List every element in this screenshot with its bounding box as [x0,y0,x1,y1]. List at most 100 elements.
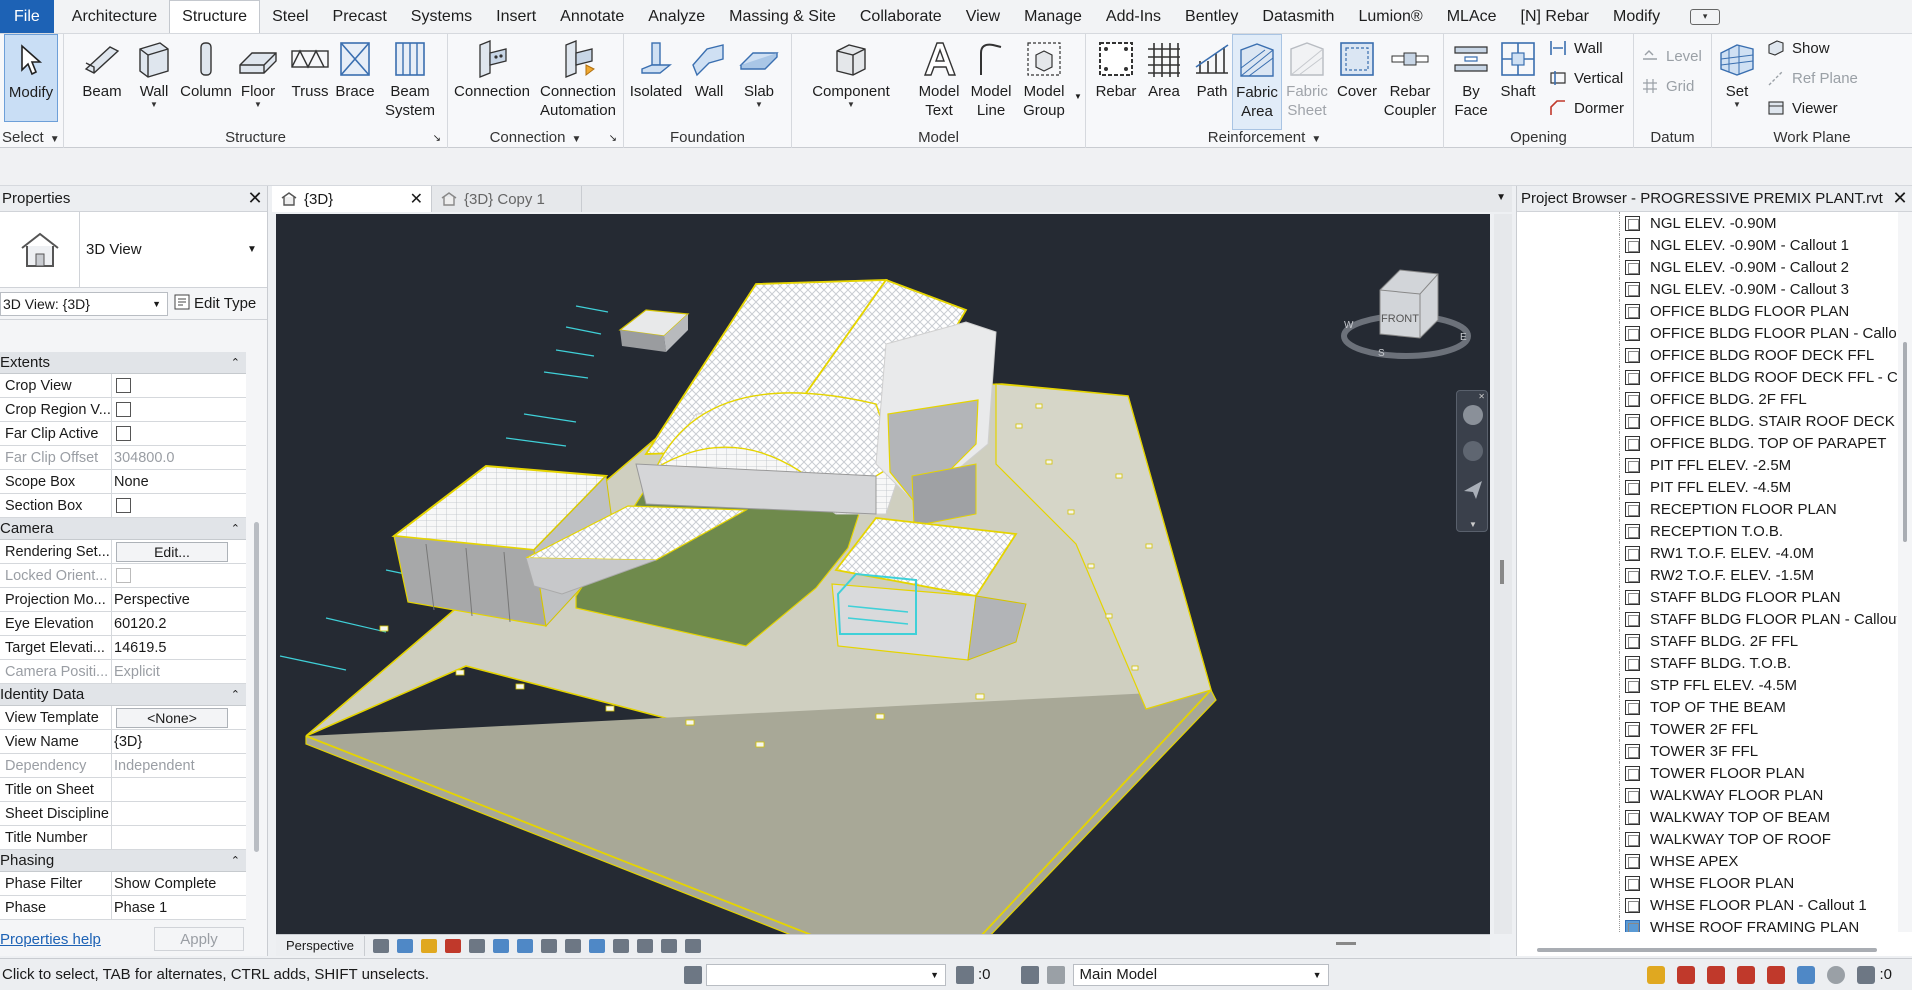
beam-system-button[interactable]: Beam System [378,34,442,120]
property-checkbox[interactable] [116,568,131,583]
browser-item[interactable]: NGL ELEV. -0.90M - Callout 1 [1517,234,1897,256]
browser-item[interactable]: NGL ELEV. -0.90M - Callout 3 [1517,278,1897,300]
set-work-plane-button[interactable]: Set ▼ [1714,34,1760,109]
viewer-button[interactable]: Viewer [1766,98,1838,118]
select-underlay-icon[interactable] [1677,965,1696,984]
show-work-plane-button[interactable]: Show [1766,38,1830,58]
lock-3d-view-icon[interactable] [540,938,557,953]
ref-plane-button[interactable]: Ref Plane [1766,68,1858,88]
property-value-cell[interactable]: Perspective [112,588,246,611]
property-value[interactable]: Independent [114,758,195,774]
cover-button[interactable]: Cover [1332,34,1382,101]
tab-n-rebar[interactable]: [N] Rebar [1509,0,1601,33]
compass-south[interactable]: S [1378,348,1385,359]
reveal-hidden-icon[interactable] [588,938,605,953]
model-group-dropdown-icon[interactable]: ▼ [1074,92,1082,101]
model-text-button[interactable]: Model Text [912,34,966,120]
property-value[interactable]: Perspective [114,592,190,608]
property-checkbox[interactable] [116,498,131,513]
zoom-icon[interactable] [1463,441,1483,461]
property-value[interactable]: {3D} [114,734,142,750]
browser-item[interactable]: WHSE APEX [1517,850,1897,872]
browser-item[interactable]: RECEPTION FLOOR PLAN [1517,498,1897,520]
tab-modify[interactable]: Modify [1601,0,1672,33]
fly-icon[interactable] [1462,479,1484,501]
design-option-selector[interactable]: Main Model ▼ [1072,963,1329,986]
tab-precast[interactable]: Precast [321,0,399,33]
collapse-icon[interactable]: ⌃ [231,854,240,867]
collapse-icon[interactable]: ⌃ [231,356,240,369]
property-value[interactable]: Phase 1 [114,900,167,916]
tabs-menu-icon[interactable]: ▼ [1496,192,1506,203]
tab-systems[interactable]: Systems [399,0,484,33]
close-icon[interactable]: ✕ [245,188,265,209]
rebar-button[interactable]: Rebar [1090,34,1142,101]
shaft-button[interactable]: Shaft [1494,34,1542,101]
shadows-icon[interactable] [444,938,461,953]
property-value-cell[interactable]: <None> [112,706,246,729]
tab-insert[interactable]: Insert [484,0,548,33]
drag-on-selection-icon[interactable] [1767,965,1786,984]
file-menu[interactable]: File [0,0,54,33]
property-value-cell[interactable]: None [112,470,246,493]
tab-mlace[interactable]: MLAce [1435,0,1509,33]
steering-wheel-icon[interactable] [1463,405,1483,425]
property-value-cell[interactable] [112,374,246,397]
property-button[interactable]: Edit... [116,541,228,562]
property-value-cell[interactable]: 60120.2 [112,612,246,635]
design-options-icon[interactable] [1046,965,1065,984]
browser-item[interactable]: OFFICE BLDG FLOOR PLAN - Callout 1 [1517,322,1897,344]
settings-icon[interactable] [1827,965,1846,984]
browser-item[interactable]: STAFF BLDG FLOOR PLAN [1517,586,1897,608]
property-value-cell[interactable]: Independent [112,754,246,777]
property-value-cell[interactable]: 304800.0 [112,446,246,469]
property-value[interactable]: Explicit [114,664,160,680]
level-button[interactable]: Level [1640,46,1702,66]
view-cube[interactable]: FRONT W S E [1336,260,1476,370]
tab-annotate[interactable]: Annotate [548,0,636,33]
section-header[interactable]: Extents ⌃ [0,352,246,374]
browser-item[interactable]: STAFF BLDG FLOOR PLAN - Callout 1 [1517,608,1897,630]
property-value-cell[interactable] [112,494,246,517]
browser-item[interactable]: OFFICE BLDG ROOF DECK FFL - Callout [1517,366,1897,388]
browser-item[interactable]: WHSE FLOOR PLAN - Callout 1 [1517,894,1897,916]
property-value-cell[interactable]: Explicit [112,660,246,683]
browser-item[interactable]: OFFICE BLDG FLOOR PLAN [1517,300,1897,322]
browser-item[interactable]: OFFICE BLDG. STAIR ROOF DECK [1517,410,1897,432]
property-checkbox[interactable] [116,426,131,441]
path-reinforcement-button[interactable]: Path [1186,34,1238,101]
tab-structure[interactable]: Structure [169,0,261,33]
browser-item[interactable]: PIT FFL ELEV. -2.5M [1517,454,1897,476]
temporary-hide-icon[interactable] [564,938,581,953]
slab-dropdown-icon[interactable]: ▼ [755,101,763,109]
browser-item[interactable]: PIT FFL ELEV. -4.5M [1517,476,1897,498]
browser-item[interactable]: NGL ELEV. -0.90M - Callout 2 [1517,256,1897,278]
property-value-cell[interactable] [112,802,246,825]
property-value[interactable]: 14619.5 [114,640,166,656]
tab-architecture[interactable]: Architecture [60,0,169,33]
property-value[interactable]: 304800.0 [114,450,174,466]
property-value-cell[interactable]: Phase 1 [112,896,246,919]
grid-button[interactable]: Grid [1640,76,1694,96]
horizontal-scrollbar[interactable] [1336,942,1356,945]
browser-item[interactable]: OFFICE BLDG. 2F FFL [1517,388,1897,410]
editing-requests-icon[interactable] [1020,965,1039,984]
browser-item[interactable]: RW1 T.O.F. ELEV. -4.0M [1517,542,1897,564]
property-button[interactable]: <None> [116,707,228,728]
tab-bentley[interactable]: Bentley [1173,0,1250,33]
property-checkbox[interactable] [116,402,131,417]
property-value-cell[interactable] [112,778,246,801]
view-cube-front-label[interactable]: FRONT [1381,313,1419,325]
tab-lumion[interactable]: Lumion® [1346,0,1434,33]
section-header[interactable]: Identity Data ⌃ [0,684,246,706]
scrollbar-thumb[interactable] [1903,342,1907,542]
scrollbar-thumb[interactable] [1500,560,1504,584]
browser-item[interactable]: WALKWAY TOP OF ROOF [1517,828,1897,850]
tab-collaborate[interactable]: Collaborate [848,0,954,33]
rebar-coupler-button[interactable]: Rebar Coupler [1378,34,1442,120]
vertical-scrollbar[interactable] [1494,214,1512,934]
modify-button[interactable]: Modify [4,34,58,122]
3d-model-render[interactable] [276,214,1490,934]
workset-selector[interactable]: ▼ [706,963,946,986]
model-line-button[interactable]: Model Line [964,34,1018,120]
